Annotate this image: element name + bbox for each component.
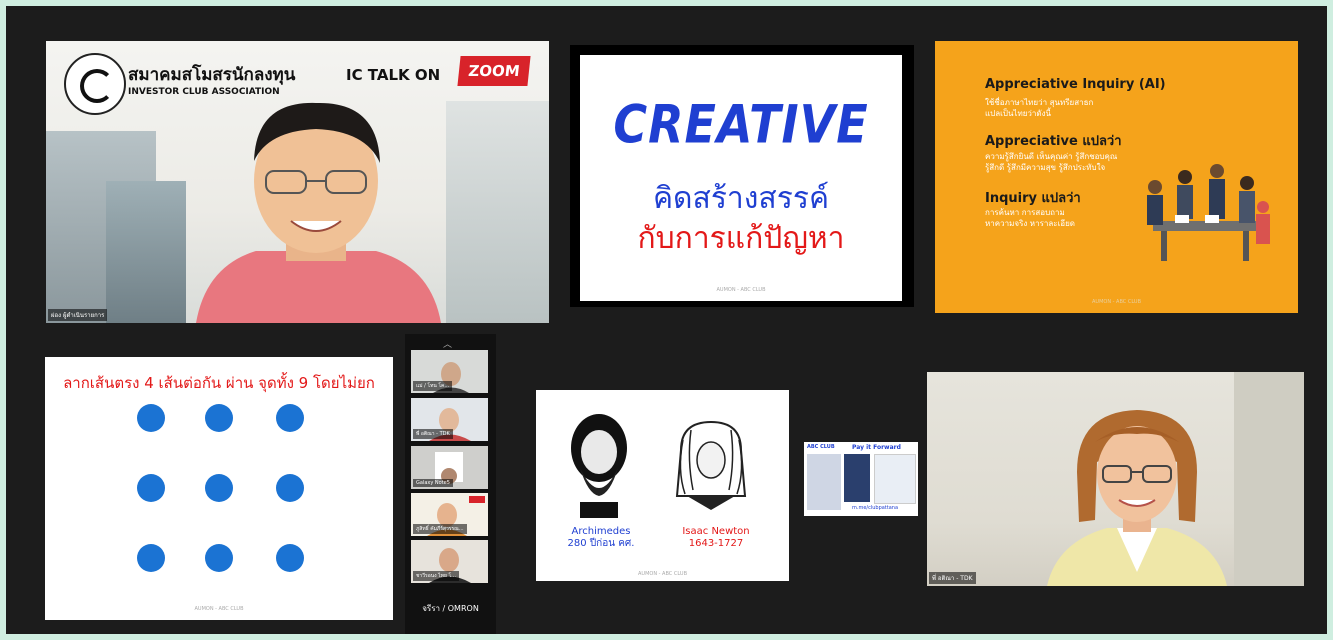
participant-name-tag: ชาวีรอนง ไทย โ... [413,571,459,581]
meeting-people-illustration [1147,164,1270,261]
slide-footer: AUMON - ABC CLUB [194,606,244,612]
slide-footer: AUMON - ABC CLUB [637,571,687,577]
pay-forward-image [844,454,870,502]
ic-talk-label: IC TALK ON [346,66,441,84]
participant-thumbnail[interactable]: ภูสิทธิ์ คัมภีร์สุวรรณ... [411,493,488,536]
pay-it-forward-title: Pay it Forward [852,444,901,451]
ai-heading-1: Appreciative Inquiry (AI) [985,77,1166,92]
creative-line-2: กับการแก้ปัญหา [637,221,845,256]
participant-thumbnail[interactable]: ชาวีรอนง ไทย โ... [411,540,488,583]
ai-heading-3: Inquiry แปลว่า [985,191,1081,206]
slide-footer: AUMON - ABC CLUB [1091,299,1141,305]
puzzle-dot [205,474,233,502]
messenger-link: m.me/clubpattana [852,505,899,511]
puzzle-dot [205,544,233,572]
ai-heading-2: Appreciative แปลว่า [985,134,1122,149]
zoom-gallery-frame: สมาคมสโมสรนักลงทุน INVESTOR CLUB ASSOCIA… [6,6,1327,634]
building-graphic [446,101,549,323]
ai-sub-1: ใช้ชื่อภาษาไทยว่า สุนทรียสาธก แปลเป็นไทยว… [985,98,1094,118]
video-tile-participant[interactable]: พี่ อติณา - TDK [927,372,1304,586]
video-tile-speaker[interactable]: สมาคมสโมสรนักลงทุน INVESTOR CLUB ASSOCIA… [46,41,549,323]
puzzle-dot [276,474,304,502]
association-name-th: สมาคมสโมสรนักลงทุน [128,65,296,85]
participant-name-tag: พี่ อติณา - TDK [929,572,976,584]
newton-caption: Isaac Newton 1643-1727 [682,526,750,549]
participant-name-tag: ภูสิทธิ์ คัมภีร์สุวรรณ... [413,524,467,534]
participant-name-tag: แม่ / โทน โค... [413,381,453,391]
creative-heading: CREATIVE [613,92,869,156]
participant-thumbnail[interactable]: พี่ อติณา - TDK [411,398,488,441]
slide-footer: AUMON - ABC CLUB [716,287,766,293]
abc-club-logo: ABC CLUB [807,444,835,450]
puzzle-dot [137,544,165,572]
association-logo [64,53,126,115]
participant-name-tag: ผ่อง ผู้ดำเนินรายการ [48,309,108,321]
scroll-up-icon[interactable]: ︿ [443,337,452,350]
pay-forward-image [874,454,916,504]
puzzle-dot [276,404,304,432]
pay-forward-image [807,454,841,510]
ai-sub-3: การค้นหา การสอบถาม หาความจริง หาราละเอียด [985,208,1075,228]
puzzle-title: ลากเส้นตรง 4 เส้นต่อกัน ผ่าน จุดทั้ง 9 โ… [63,374,375,392]
puzzle-dot [137,474,165,502]
participant-person [1047,410,1227,586]
archimedes-portrait [571,414,627,518]
zoom-badge: ZOOM [457,56,531,86]
screen-share-creative[interactable]: CREATIVE คิดสร้างสรรค์ กับการแก้ปัญหา AU… [570,45,914,307]
participant-thumbnail[interactable]: แม่ / โทน โค... [411,350,488,393]
screen-share-scientists[interactable]: Archimedes 280 ปีก่อน คศ. Isaac Newton 1… [536,390,789,581]
screen-share-nine-dots[interactable]: ลากเส้นตรง 4 เส้นต่อกัน ผ่าน จุดทั้ง 9 โ… [45,357,393,620]
slide-creative: CREATIVE คิดสร้างสรรค์ กับการแก้ปัญหา AU… [580,55,902,301]
newton-portrait [675,420,747,510]
speaker-person [196,102,441,323]
building-graphic [106,181,186,323]
active-participant-name: จรีรา / OMRON [422,604,479,613]
participant-name-tag: Galaxy Note5 [413,479,453,487]
puzzle-dot [205,404,233,432]
puzzle-dot [137,404,165,432]
archimedes-caption: Archimedes 280 ปีก่อน คศ. [567,526,635,549]
participant-thumbnail[interactable]: Galaxy Note5 [411,446,488,489]
background-wall [1234,372,1304,586]
puzzle-dot [276,544,304,572]
screen-share-ai[interactable]: Appreciative Inquiry (AI) ใช้ชื่อภาษาไทย… [935,41,1298,313]
participant-strip[interactable]: ︿ แม่ / โทน โค... พี่ อติณา - TDK Galaxy… [405,334,496,634]
video-tile-pay-it-forward[interactable]: ABC CLUB Pay it Forward m.me/clubpattana [804,442,918,516]
participant-name-tag: พี่ อติณา - TDK [413,429,453,439]
ai-sub-2: ความรู้สึกยินดี เห็นคุณค่า รู้สึกชอบคุณร… [985,152,1118,172]
